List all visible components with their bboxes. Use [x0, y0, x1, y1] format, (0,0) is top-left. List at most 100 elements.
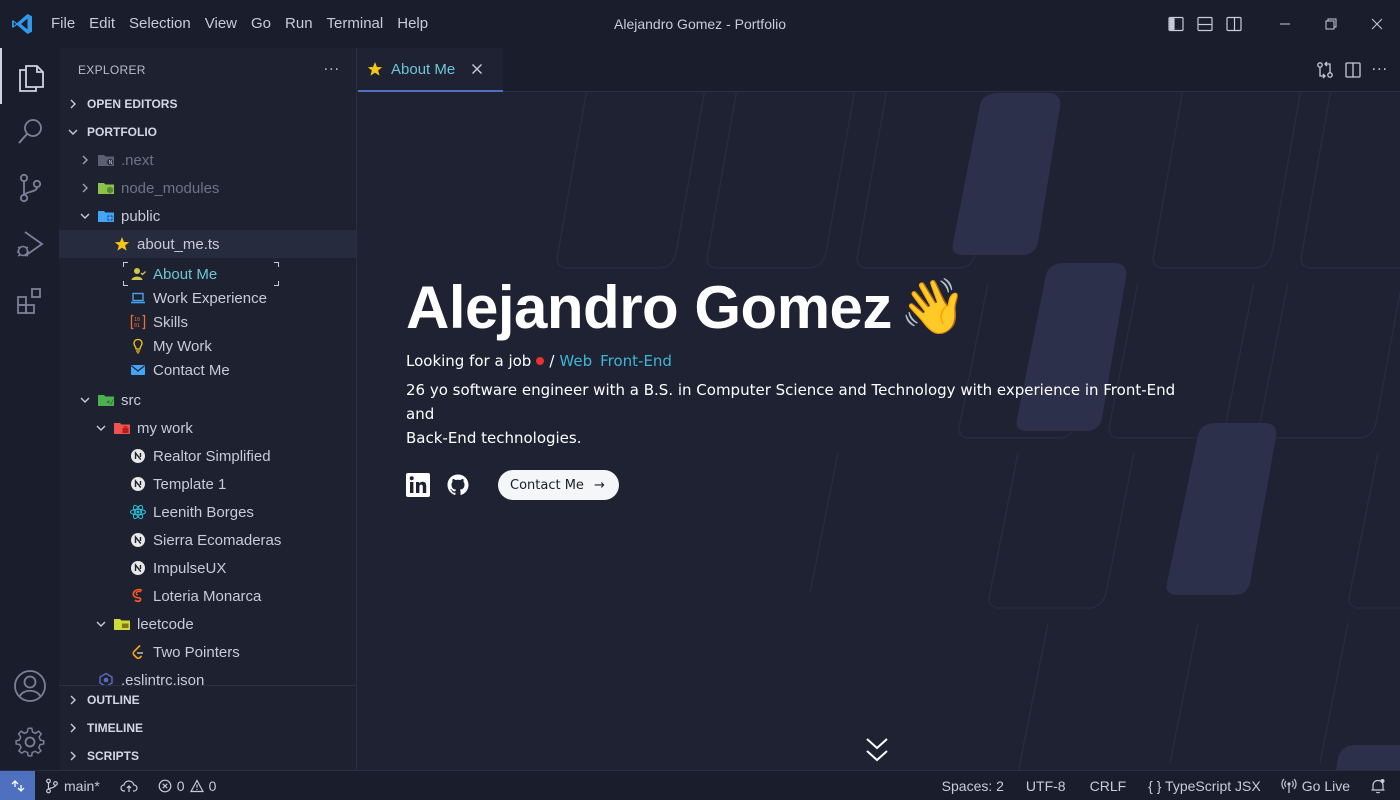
- menu-file[interactable]: File: [44, 0, 82, 48]
- tree-item-public[interactable]: public: [59, 202, 356, 230]
- encoding-indicator[interactable]: UTF-8: [1014, 771, 1078, 800]
- outline-item-about-me[interactable]: About Me: [59, 262, 356, 286]
- source-control-icon[interactable]: [0, 160, 59, 216]
- activity-bar: [0, 48, 59, 770]
- editor-content: Alejandro Gomez 👋 Looking for a job / We…: [358, 93, 1400, 770]
- tree-item-two-pointers[interactable]: Two Pointers: [59, 638, 356, 666]
- tree-item-leetcode[interactable]: leetcode: [59, 610, 356, 638]
- menu-run[interactable]: Run: [278, 0, 320, 48]
- outline-item-contact-me[interactable]: Contact Me: [59, 358, 356, 382]
- focus-outline: [123, 262, 279, 286]
- settings-gear-icon[interactable]: [0, 714, 59, 770]
- chevron-down-icon: [77, 208, 93, 224]
- tree-item-project[interactable]: Loteria Monarca: [59, 582, 356, 610]
- separator: /: [549, 352, 555, 370]
- folder-work-icon: [113, 419, 131, 437]
- tree-item-project[interactable]: Realtor Simplified: [59, 442, 356, 470]
- bio-line: 26 yo software engineer with a B.S. in C…: [406, 381, 1176, 423]
- section-open-editors[interactable]: OPEN EDITORS: [59, 90, 356, 118]
- split-editor-icon[interactable]: [1344, 61, 1362, 79]
- bio-line: Back-End technologies.: [406, 429, 582, 447]
- tree-item-project[interactable]: Template 1: [59, 470, 356, 498]
- eol-indicator[interactable]: CRLF: [1078, 771, 1139, 800]
- job-status-line: Looking for a job / Web Front-End: [406, 352, 1186, 370]
- menu-view[interactable]: View: [198, 0, 244, 48]
- svg-text:01: 01: [134, 323, 140, 329]
- menu-terminal[interactable]: Terminal: [320, 0, 391, 48]
- menu-bar: File Edit Selection View Go Run Terminal…: [44, 0, 435, 48]
- tab-about-me[interactable]: About Me: [358, 48, 503, 92]
- toggle-panel-icon[interactable]: [1190, 0, 1219, 48]
- chevron-right-icon: [65, 720, 81, 736]
- tree-item-src[interactable]: </> src: [59, 386, 356, 414]
- tree-item-about-me-file[interactable]: about_me.ts: [59, 230, 356, 258]
- tree-item-my-work[interactable]: my work: [59, 414, 356, 442]
- menu-selection[interactable]: Selection: [122, 0, 198, 48]
- outline-item-work-experience[interactable]: Work Experience: [59, 286, 356, 310]
- close-window-icon[interactable]: [1354, 0, 1400, 48]
- warning-count: 0: [208, 777, 217, 794]
- section-timeline[interactable]: TIMELINE: [59, 714, 356, 742]
- chevron-down-icon: [93, 616, 109, 632]
- git-branch-icon: [45, 778, 59, 794]
- restore-icon[interactable]: [1308, 0, 1354, 48]
- search-icon[interactable]: [0, 104, 59, 160]
- extensions-icon[interactable]: [0, 272, 59, 328]
- menu-help[interactable]: Help: [390, 0, 435, 48]
- hero-section: Alejandro Gomez 👋 Looking for a job / We…: [406, 273, 1186, 500]
- chevron-right-icon: [65, 692, 81, 708]
- branch-indicator[interactable]: main*: [35, 771, 110, 800]
- problems-indicator[interactable]: 0 0: [148, 771, 227, 800]
- explorer-sidebar: EXPLORER ··· OPEN EDITORS PORTFOLIO N .n…: [59, 48, 357, 770]
- tree-item-next[interactable]: N .next: [59, 146, 356, 174]
- menu-edit[interactable]: Edit: [82, 0, 122, 48]
- language-mode-indicator[interactable]: { } TypeScript JSX: [1138, 771, 1271, 800]
- laptop-icon: [129, 289, 147, 307]
- scroll-down-chevrons-icon[interactable]: [865, 737, 889, 769]
- tree-item-project[interactable]: Sierra Ecomaderas: [59, 526, 356, 554]
- sidebar-bottom-sections: OUTLINE TIMELINE SCRIPTS: [59, 685, 356, 770]
- menu-go[interactable]: Go: [244, 0, 278, 48]
- section-scripts[interactable]: SCRIPTS: [59, 742, 356, 770]
- toggle-secondary-sidebar-icon[interactable]: [1219, 0, 1248, 48]
- toggle-primary-sidebar-icon[interactable]: [1161, 0, 1190, 48]
- leetcode-icon: [129, 643, 147, 661]
- outline-item-skills[interactable]: 10 01 Skills: [59, 310, 356, 334]
- sync-button[interactable]: [110, 771, 148, 800]
- go-live-button[interactable]: Go Live: [1271, 771, 1360, 800]
- more-actions-icon[interactable]: ···: [324, 62, 340, 78]
- notifications-bell-icon[interactable]: [1360, 771, 1400, 800]
- mail-icon: [129, 361, 147, 379]
- contact-me-button[interactable]: Contact Me →: [498, 470, 619, 500]
- explorer-icon[interactable]: [0, 48, 59, 104]
- tree-item-node-modules[interactable]: node_modules: [59, 174, 356, 202]
- more-actions-icon[interactable]: ···: [1372, 62, 1388, 78]
- github-icon[interactable]: [446, 473, 470, 497]
- compare-changes-icon[interactable]: [1316, 61, 1334, 79]
- waving-hand-emoji: 👋: [899, 277, 967, 337]
- run-debug-icon[interactable]: [0, 216, 59, 272]
- chevron-right-icon: [65, 748, 81, 764]
- svg-text:</>: </>: [107, 399, 116, 406]
- outline-item-my-work[interactable]: My Work: [59, 334, 356, 358]
- lightbulb-icon: [129, 337, 147, 355]
- account-icon[interactable]: [0, 658, 59, 714]
- nextjs-icon: [129, 447, 147, 465]
- remote-indicator-icon[interactable]: [0, 770, 35, 800]
- error-count: 0: [176, 777, 185, 794]
- tag-web: Web: [559, 352, 593, 370]
- tree-item-project[interactable]: ImpulseUX: [59, 554, 356, 582]
- branch-name: main*: [64, 777, 100, 794]
- star-icon: [113, 235, 131, 253]
- indentation-indicator[interactable]: Spaces: 2: [932, 771, 1014, 800]
- close-tab-icon[interactable]: [469, 61, 485, 77]
- chevron-right-icon: [65, 96, 81, 112]
- linkedin-icon[interactable]: [406, 473, 430, 497]
- tree-item-project[interactable]: Leenith Borges: [59, 498, 356, 526]
- editor-tab-bar: About Me ···: [358, 48, 1400, 92]
- section-outline[interactable]: OUTLINE: [59, 686, 356, 714]
- section-portfolio[interactable]: PORTFOLIO: [59, 118, 356, 146]
- vscode-logo-icon[interactable]: [0, 0, 44, 48]
- minimize-icon[interactable]: [1262, 0, 1308, 48]
- status-bar-right: Spaces: 2 UTF-8 CRLF { } TypeScript JSX …: [932, 771, 1400, 800]
